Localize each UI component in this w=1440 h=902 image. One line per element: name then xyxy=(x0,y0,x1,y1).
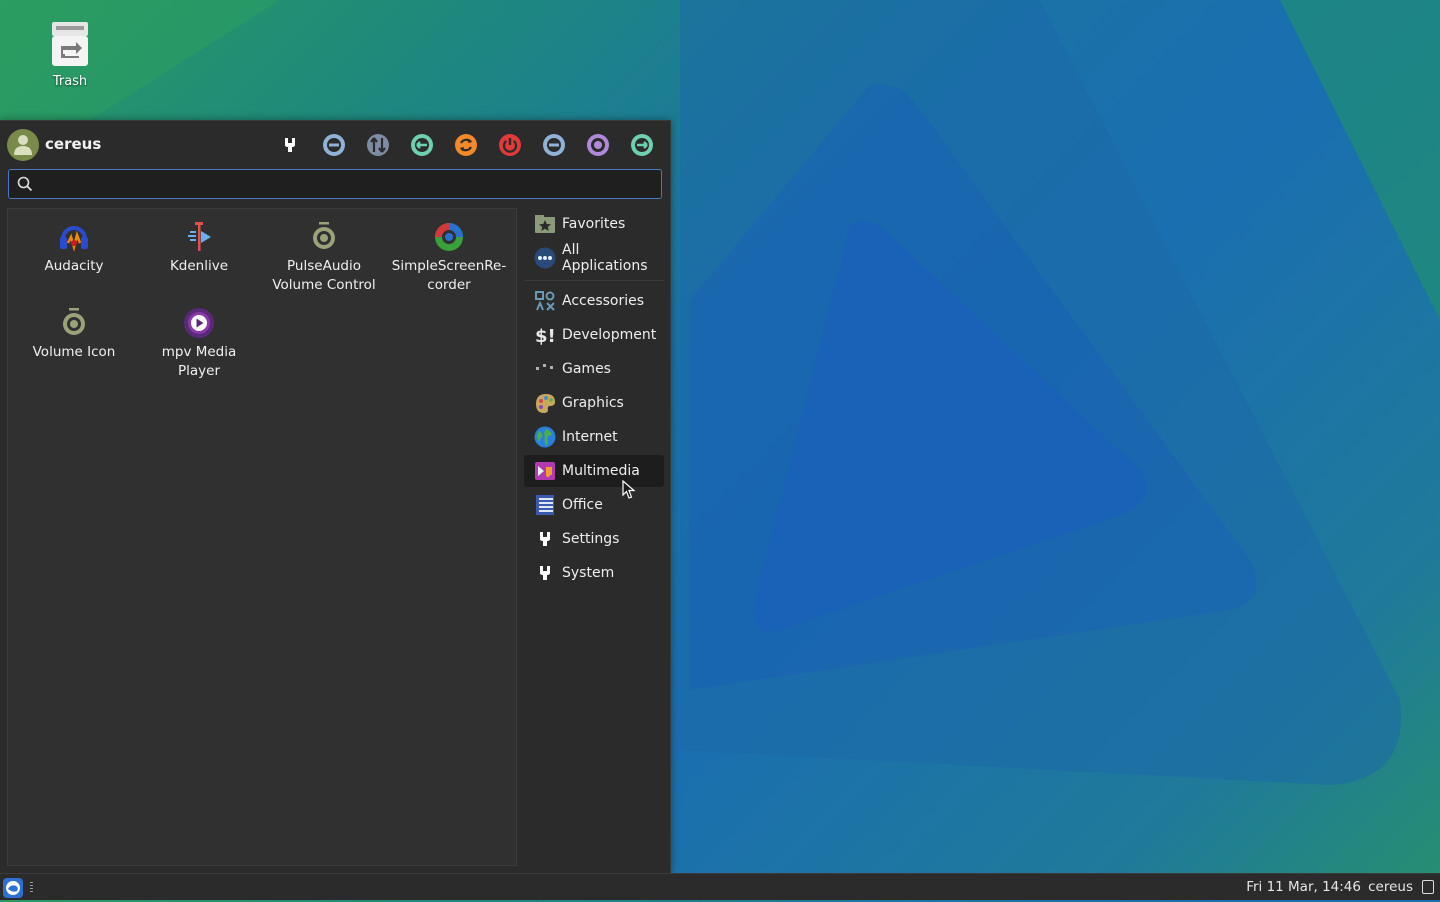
application-menu: cereus Audacity Kdenlive PulseAudio Volu… xyxy=(0,120,671,874)
category-internet[interactable]: Internet xyxy=(524,421,664,453)
lock-screen-button[interactable] xyxy=(322,133,346,157)
category-office[interactable]: Office xyxy=(524,489,664,521)
accessories-icon xyxy=(534,290,556,312)
category-label: All Applications xyxy=(562,242,648,274)
app-volume-icon[interactable]: Volume Icon xyxy=(14,307,134,362)
taskbar-username[interactable]: cereus xyxy=(1368,879,1413,895)
mouse-cursor-icon xyxy=(622,480,636,499)
app-kdenlive[interactable]: Kdenlive xyxy=(139,221,259,276)
category-label: Office xyxy=(562,497,603,513)
search-input[interactable] xyxy=(39,172,653,198)
log-out-button[interactable] xyxy=(410,133,434,157)
mpv-icon xyxy=(184,308,214,338)
category-games[interactable]: Games xyxy=(524,353,664,385)
volume-icon xyxy=(63,308,85,335)
hibernate-icon xyxy=(587,134,609,156)
category-label: Favorites xyxy=(562,216,626,232)
app-pulseaudio-volume-control[interactable]: PulseAudio Volume Control xyxy=(264,221,384,295)
app-label: SimpleScreenRe-corder xyxy=(391,258,507,293)
switch-user-button[interactable] xyxy=(366,133,390,157)
suspend-button[interactable] xyxy=(542,133,566,157)
simplescreenrecorder-icon xyxy=(435,223,463,251)
internet-icon xyxy=(534,426,556,448)
pulseaudio-icon xyxy=(313,222,335,249)
taskbar: Fri 11 Mar, 14:46 cereus xyxy=(0,873,1440,900)
audacity-icon xyxy=(60,226,88,252)
shutdown-icon xyxy=(499,134,521,156)
app-label: PulseAudio Volume Control xyxy=(272,258,376,293)
whisker-menu-button[interactable] xyxy=(3,878,23,898)
username: cereus xyxy=(45,135,102,153)
hibernate-button[interactable] xyxy=(586,133,610,157)
category-development[interactable]: $! Development xyxy=(524,319,664,351)
shutdown-button[interactable] xyxy=(498,133,522,157)
exit-button[interactable] xyxy=(630,133,654,157)
office-icon xyxy=(534,494,556,516)
exit-icon xyxy=(631,134,653,156)
category-accessories[interactable]: Accessories xyxy=(524,285,664,317)
trash-icon xyxy=(49,18,91,68)
app-label: Volume Icon xyxy=(32,344,116,360)
category-all-applications[interactable]: All Applications xyxy=(524,242,664,274)
clock[interactable]: Fri 11 Mar, 14:46 xyxy=(1246,879,1361,895)
app-simplescreenrecorder[interactable]: SimpleScreenRe-corder xyxy=(389,221,509,295)
search-box[interactable] xyxy=(8,169,662,199)
category-label: Multimedia xyxy=(562,463,640,479)
favorites-icon xyxy=(534,213,556,235)
app-mpv-media-player[interactable]: mpv Media Player xyxy=(139,307,259,381)
development-icon: $! xyxy=(534,324,556,346)
category-graphics[interactable]: Graphics xyxy=(524,387,664,419)
settings-manager-button[interactable] xyxy=(278,133,302,157)
settings-icon xyxy=(534,528,556,550)
menu-header: cereus xyxy=(0,121,670,167)
lock-screen-icon xyxy=(323,134,345,156)
multimedia-icon xyxy=(534,460,556,482)
games-icon xyxy=(534,358,556,380)
category-system[interactable]: System xyxy=(524,557,664,589)
user-avatar-icon xyxy=(7,129,39,161)
desktop-trash[interactable]: Trash xyxy=(30,18,110,89)
category-settings[interactable]: Settings xyxy=(524,523,664,555)
app-audacity[interactable]: Audacity xyxy=(14,221,134,276)
trash-label: Trash xyxy=(52,74,88,89)
search-icon xyxy=(17,176,33,192)
restart-icon xyxy=(455,134,477,156)
category-label: Settings xyxy=(562,531,620,547)
restart-button[interactable] xyxy=(454,133,478,157)
switch-user-icon xyxy=(367,134,389,156)
system-icon xyxy=(534,562,556,584)
category-label: Games xyxy=(562,361,611,377)
app-label: Kdenlive xyxy=(169,258,229,274)
applications-grid: Audacity Kdenlive PulseAudio Volume Cont… xyxy=(7,208,517,866)
log-out-icon xyxy=(411,134,433,156)
start-menu-icon xyxy=(6,881,20,895)
category-favorites[interactable]: Favorites xyxy=(524,208,664,240)
app-label: mpv Media Player xyxy=(161,344,237,379)
suspend-icon xyxy=(543,134,565,156)
category-label: Internet xyxy=(562,429,618,445)
graphics-icon xyxy=(534,392,556,414)
category-label: Accessories xyxy=(562,293,645,309)
category-label: System xyxy=(562,565,615,581)
settings-manager-icon xyxy=(285,138,295,152)
kdenlive-icon xyxy=(188,222,211,251)
svg-text:$!: $! xyxy=(535,326,556,346)
battery-icon[interactable] xyxy=(1422,880,1434,894)
category-label: Development xyxy=(562,327,657,343)
panel-handle[interactable] xyxy=(30,882,33,893)
all-applications-icon xyxy=(534,247,556,269)
category-separator xyxy=(524,280,664,281)
app-label: Audacity xyxy=(44,258,104,274)
category-multimedia[interactable]: Multimedia xyxy=(524,455,664,487)
category-label: Graphics xyxy=(562,395,624,411)
